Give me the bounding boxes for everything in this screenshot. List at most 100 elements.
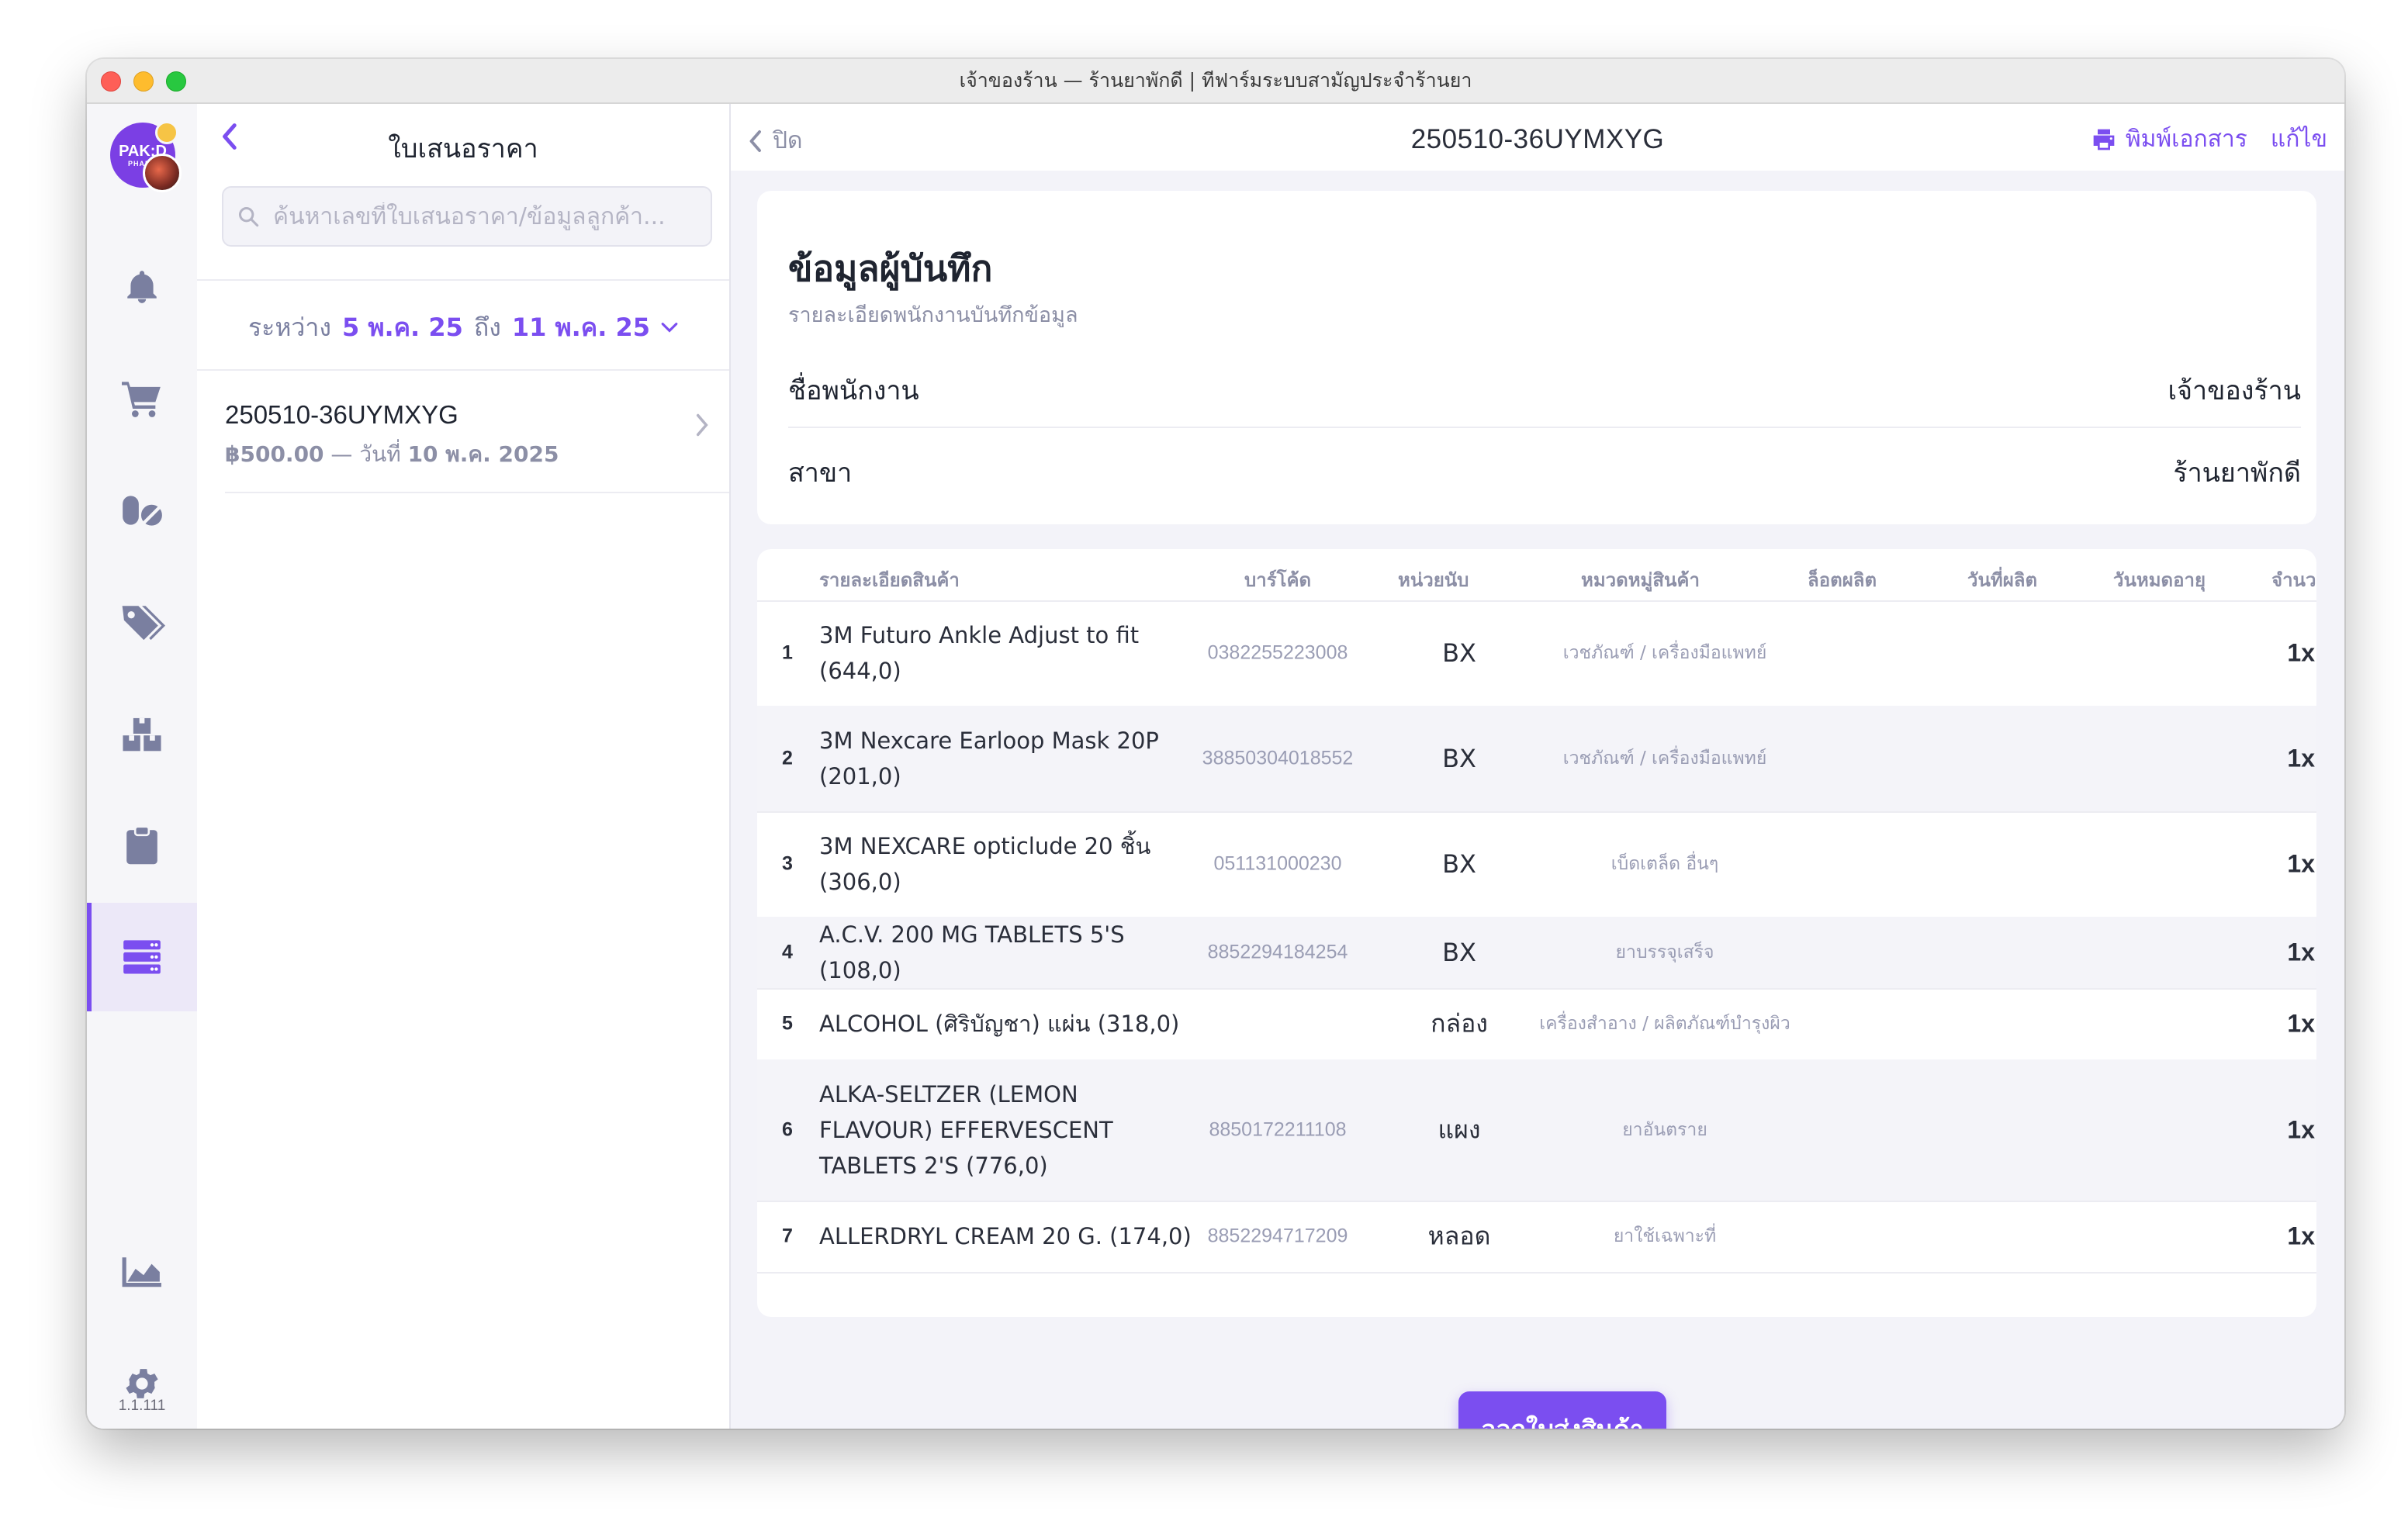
icon-sidebar: PAK:D PHARM 1.1.111: [87, 104, 199, 1429]
close-window-button[interactable]: [101, 71, 121, 92]
print-button[interactable]: พิมพ์เอกสาร: [2091, 121, 2247, 157]
barcode: 8852294717209: [1207, 1225, 1348, 1247]
quotation-separator: —: [323, 441, 360, 467]
zoom-window-button[interactable]: [166, 71, 186, 92]
chevron-right-icon: [696, 413, 708, 437]
sidebar-item-quotations[interactable]: [87, 903, 197, 1011]
search-input[interactable]: [272, 202, 694, 231]
edit-button[interactable]: แก้ไข: [2271, 121, 2327, 157]
unit: กล่อง: [1431, 1008, 1488, 1039]
table-row[interactable]: 5 ALCOHOL (ศิริบัญชา) แผ่น (318,0) กล่อง…: [757, 988, 2316, 1061]
quotation-id: 250510-36UYMXYG: [225, 400, 458, 429]
server-stack-icon: [123, 940, 161, 974]
barcode: 0382255223008: [1207, 641, 1348, 664]
search-icon: [238, 206, 259, 227]
section-heading: ข้อมูลผู้บันทึก: [788, 247, 993, 289]
unit: หลอด: [1427, 1221, 1491, 1251]
user-photo: [143, 154, 182, 192]
pills-icon: [123, 496, 162, 526]
quantity: 1x: [2287, 849, 2315, 878]
employee-value: เจ้าของร้าน: [2168, 375, 2302, 406]
col-quantity: จำนว: [2271, 569, 2316, 591]
branch-label: สาขา: [788, 458, 853, 489]
status-dot: [155, 121, 178, 144]
clipboard-icon: [126, 825, 157, 865]
row-number: 2: [782, 747, 793, 769]
row-number: 4: [782, 941, 793, 963]
sidebar-item-analytics[interactable]: [87, 1218, 197, 1326]
table-row[interactable]: 1 3M Futuro Ankle Adjust to fit (644,0) …: [757, 600, 2316, 707]
quotation-summary: ฿500.00 — วันที่ 10 พ.ค. 2025: [225, 437, 559, 472]
category: เวชภัณฑ์ / เครื่องมือแพทย์: [1562, 748, 1767, 769]
quantity: 1x: [2287, 744, 2315, 772]
table-row[interactable]: 2 3M Nexcare Earloop Mask 20P (201,0) 38…: [757, 706, 2316, 813]
category: เบ็ดเตล็ด อื่นๆ: [1611, 854, 1719, 874]
table-row[interactable]: 3 3M NEXCARE opticlude 20 ชิ้น (306,0) 0…: [757, 811, 2316, 918]
category: ยาใช้เฉพาะที่: [1613, 1226, 1717, 1246]
table-row[interactable]: 7 ALLERDRYL CREAM 20 G. (174,0) 88522947…: [757, 1201, 2316, 1274]
quotation-date-label: วันที่: [359, 441, 401, 467]
row-number: 3: [782, 852, 793, 875]
tags-icon: [122, 606, 165, 641]
window-controls: [101, 71, 186, 92]
toolbar-actions: พิมพ์เอกสาร แก้ไข: [2091, 121, 2327, 157]
col-description: รายละเอียดสินค้า: [819, 569, 960, 591]
row-number: 5: [782, 1012, 793, 1035]
chevron-down-icon: [661, 323, 678, 333]
items-table: รายละเอียดสินค้า บาร์โค้ด หน่วยนับ หมวดห…: [757, 549, 2316, 1317]
printer-icon: [2093, 129, 2115, 150]
date-range-picker[interactable]: ระหว่าง 5 พ.ค. 25 ถึง 11 พ.ค. 25: [197, 312, 729, 343]
quotation-detail: ปิด 250510-36UYMXYG พิมพ์เอกสาร แก้ไข ข้…: [731, 104, 2344, 1429]
quotation-list-panel: ใบเสนอราคา ระหว่าง 5 พ.ค. 25 ถึง 11 พ.ค.…: [197, 104, 731, 1429]
sidebar-item-tags[interactable]: [87, 568, 197, 676]
print-label: พิมพ์เอกสาร: [2125, 126, 2247, 153]
quantity: 1x: [2287, 638, 2315, 667]
sidebar-item-notifications[interactable]: [87, 233, 197, 341]
title-bar: เจ้าของร้าน — ร้านยาพักดี | ทีฟาร์มระบบส…: [87, 59, 2344, 104]
app-version: 1.1.111: [118, 1398, 166, 1414]
quotation-date: 10 พ.ค. 2025: [407, 441, 559, 467]
product-name: 3M NEXCARE opticlude 20 ชิ้น (306,0): [819, 833, 1151, 895]
product-name: ALKA-SELTZER (LEMON FLAVOUR) EFFERVESCEN…: [819, 1081, 1113, 1179]
recorder-card: ข้อมูลผู้บันทึก รายละเอียดพนักงานบันทึกข…: [757, 191, 2316, 524]
range-label: ระหว่าง: [247, 312, 331, 342]
row-number: 6: [782, 1118, 793, 1141]
unit: BX: [1442, 849, 1476, 879]
product-name: 3M Futuro Ankle Adjust to fit (644,0): [819, 622, 1140, 684]
sidebar-item-medicine[interactable]: [87, 456, 197, 565]
col-exp-date: วันหมดอายุ: [2113, 569, 2206, 591]
panel-title: ใบเสนอราคา: [388, 133, 538, 164]
col-mfg-date: วันที่ผลิต: [1967, 569, 2038, 591]
sidebar-item-cart[interactable]: [87, 344, 197, 453]
employee-row: ชื่อพนักงาน เจ้าของร้าน: [788, 346, 2301, 428]
sidebar-item-inventory[interactable]: [87, 679, 197, 788]
category: ยาบรรจุเสร็จ: [1615, 942, 1714, 962]
avatar[interactable]: PAK:D PHARM: [110, 121, 182, 192]
divider: [197, 369, 729, 371]
category: เครื่องสำอาง / ผลิตภัณฑ์บำรุงผิว: [1539, 1014, 1790, 1034]
col-lot: ล็อตผลิต: [1808, 569, 1877, 591]
minimize-window-button[interactable]: [133, 71, 154, 92]
product-name: ALCOHOL (ศิริบัญชา) แผ่น (318,0): [819, 1011, 1180, 1037]
bell-icon: [127, 271, 157, 303]
table-row[interactable]: 4 A.C.V. 200 MG TABLETS 5'S (108,0) 8852…: [757, 917, 2316, 990]
branch-value: ร้านยาพักดี: [2173, 458, 2301, 489]
search-box[interactable]: [222, 186, 712, 247]
section-subheading: รายละเอียดพนักงานบันทึกข้อมูล: [788, 303, 1078, 327]
table-row[interactable]: 6 ALKA-SELTZER (LEMON FLAVOUR) EFFERVESC…: [757, 1059, 2316, 1202]
category: ยาอันตราย: [1622, 1120, 1707, 1140]
cart-icon: [122, 382, 161, 417]
create-delivery-note-button[interactable]: ออกใบส่งสินค้า: [1458, 1391, 1666, 1429]
unit: BX: [1442, 938, 1476, 967]
barcode: 8852294184254: [1207, 941, 1348, 963]
divider: [197, 279, 729, 281]
quantity: 1x: [2287, 938, 2315, 966]
col-barcode: บาร์โค้ด: [1244, 569, 1312, 591]
range-to: 11 พ.ค. 25: [511, 312, 651, 342]
unit: แผง: [1438, 1115, 1481, 1145]
table-header: รายละเอียดสินค้า บาร์โค้ด หน่วยนับ หมวดห…: [757, 549, 2316, 602]
list-item[interactable]: 250510-36UYMXYG ฿500.00 — วันที่ 10 พ.ค.…: [225, 372, 729, 493]
branch-row: สาขา ร้านยาพักดี: [788, 428, 2301, 509]
product-name: A.C.V. 200 MG TABLETS 5'S (108,0): [819, 921, 1125, 983]
sidebar-item-reports[interactable]: [87, 791, 197, 900]
